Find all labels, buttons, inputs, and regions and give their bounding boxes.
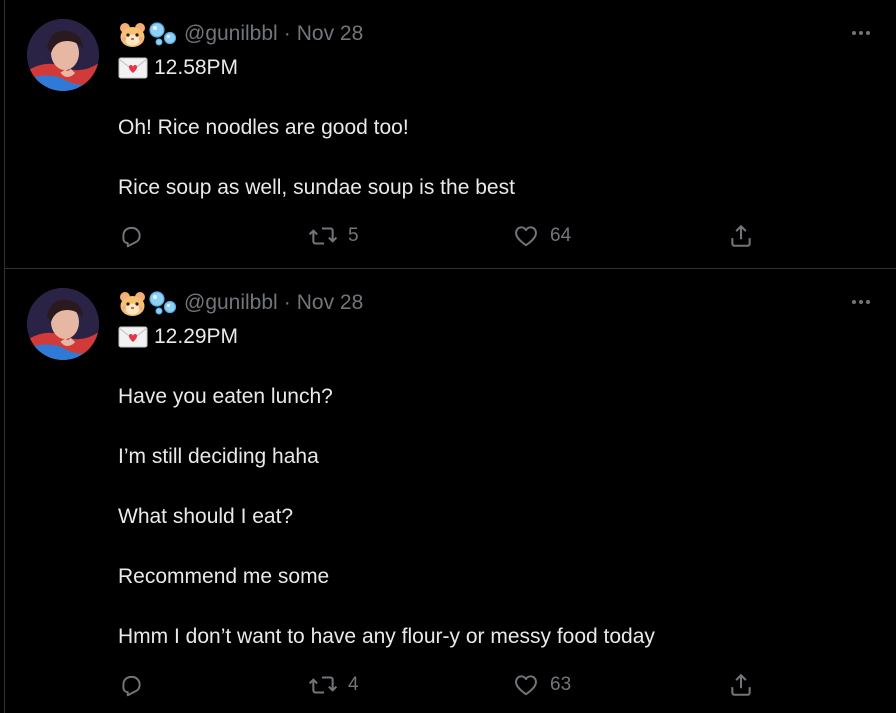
heart-icon [515, 226, 537, 247]
hamster-face-icon [118, 289, 148, 317]
more-options-button[interactable] [847, 295, 875, 309]
reply-button[interactable] [118, 668, 144, 702]
tweet-time: 12.58PM [154, 56, 239, 79]
bubbles-icon [148, 289, 178, 317]
like-button[interactable]: 64 [512, 219, 571, 253]
tweet-date[interactable]: Nov 28 [297, 291, 364, 315]
tweet[interactable]: @gunilbbl · Nov 28 12.29PM Have you eate… [5, 269, 896, 713]
tweet[interactable]: @gunilbbl · Nov 28 12.58PM Oh! Rice nood… [5, 0, 896, 269]
avatar[interactable] [27, 288, 99, 360]
tweet-time: 12.29PM [154, 325, 239, 348]
tweet-actions: 5 64 [118, 219, 768, 253]
like-count: 64 [550, 225, 572, 246]
reply-icon [122, 226, 141, 248]
user-handle[interactable]: @gunilbbl [184, 22, 278, 46]
retweet-count: 4 [348, 674, 359, 695]
tweet-text-line: Rice soup as well, sundae soup is the be… [118, 176, 515, 199]
tweet-text-line: Have you eaten lunch? [118, 385, 333, 408]
tweet-text-line: Oh! Rice noodles are good too! [118, 116, 409, 139]
share-button[interactable] [728, 219, 754, 253]
share-button[interactable] [728, 668, 754, 702]
share-icon [731, 673, 751, 696]
share-icon [731, 224, 751, 247]
retweet-button[interactable]: 4 [308, 668, 359, 702]
tweet-time-line: 12.29PM [118, 322, 238, 352]
like-button[interactable]: 63 [512, 668, 571, 702]
like-count: 63 [550, 674, 572, 695]
tweet-text: Oh! Rice noodles are good too! Rice soup… [118, 113, 858, 203]
love-letter-icon [118, 325, 148, 349]
love-letter-icon [118, 56, 148, 80]
separator-dot: · [283, 291, 291, 314]
separator-dot: · [283, 22, 291, 45]
retweet-count: 5 [348, 225, 359, 246]
display-name-emojis[interactable] [118, 289, 178, 317]
retweet-button[interactable]: 5 [308, 219, 359, 253]
retweet-icon [308, 227, 338, 245]
tweet-header: @gunilbbl · Nov 28 [118, 289, 363, 317]
hamster-face-icon [118, 20, 148, 48]
reply-icon [122, 675, 141, 697]
user-handle[interactable]: @gunilbbl [184, 291, 278, 315]
timeline-feed: @gunilbbl · Nov 28 12.58PM Oh! Rice nood… [4, 0, 896, 713]
reply-button[interactable] [118, 219, 144, 253]
tweet-text-line: What should I eat? [118, 505, 294, 528]
avatar-image [27, 19, 99, 91]
tweet-text-line: Recommend me some [118, 565, 330, 588]
tweet-time-line: 12.58PM [118, 53, 238, 83]
tweet-date[interactable]: Nov 28 [297, 22, 364, 46]
tweet-text-line: I’m still deciding haha [118, 445, 319, 468]
tweet-actions: 4 63 [118, 668, 768, 702]
more-options-button[interactable] [847, 26, 875, 40]
retweet-icon [308, 676, 338, 694]
heart-icon [515, 675, 537, 696]
tweet-text: Have you eaten lunch? I’m still deciding… [118, 382, 858, 652]
display-name-emojis[interactable] [118, 20, 178, 48]
tweet-text-line: Hmm I don’t want to have any flour-y or … [118, 625, 655, 648]
avatar[interactable] [27, 19, 99, 91]
more-icon [852, 300, 856, 304]
bubbles-icon [148, 20, 178, 48]
tweet-header: @gunilbbl · Nov 28 [118, 20, 363, 48]
avatar-image [27, 288, 99, 360]
more-icon [852, 31, 856, 35]
